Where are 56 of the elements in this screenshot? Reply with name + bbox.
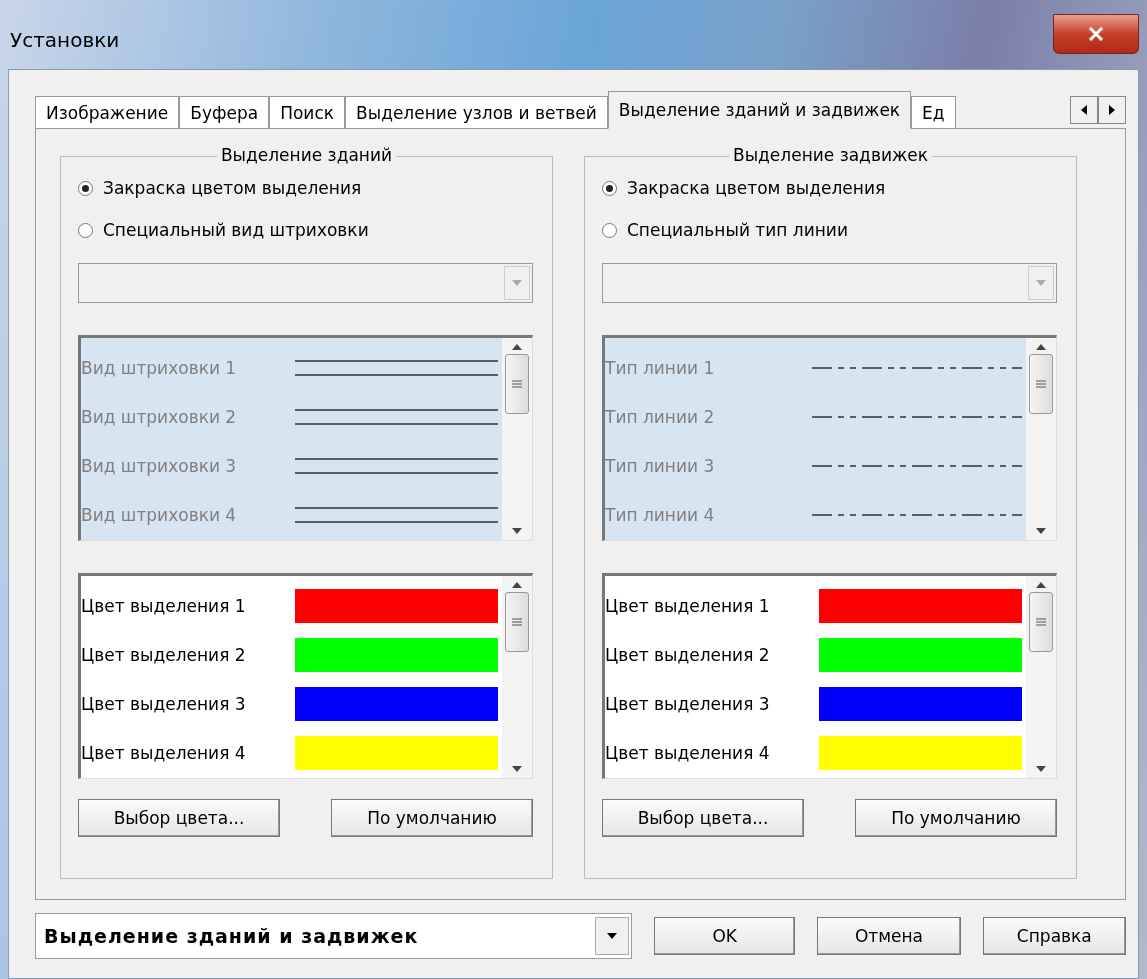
radio-option[interactable]: Закраска цветом выделения: [602, 177, 1057, 199]
tab[interactable]: Выделение узлов и ветвей: [345, 96, 608, 129]
tab[interactable]: Поиск: [269, 96, 346, 129]
list-item[interactable]: Цвет выделения 3: [81, 694, 246, 715]
close-button[interactable]: [1053, 14, 1139, 54]
list-item[interactable]: Цвет выделения 2: [605, 644, 770, 665]
list-item[interactable]: Цвет выделения 1: [81, 595, 246, 616]
up-arrow-icon: [1036, 344, 1046, 350]
page-select[interactable]: Выделение зданий и задвижек: [35, 913, 632, 959]
scrollbar[interactable]: [1026, 576, 1056, 778]
dropdown-arrow-icon: [512, 280, 522, 286]
close-icon: [1088, 27, 1104, 41]
down-arrow-icon: [1036, 766, 1046, 772]
left-arrow-icon: [1081, 105, 1087, 115]
down-arrow-icon: [1036, 528, 1046, 534]
dialog-button[interactable]: Выбор цвета...: [602, 799, 804, 837]
down-arrow-icon: [512, 766, 522, 772]
dropdown-arrow-icon: [1036, 280, 1046, 286]
dialog-button[interactable]: По умолчанию: [331, 799, 533, 837]
down-arrow-icon: [512, 528, 522, 534]
window-title: Установки: [10, 28, 120, 52]
radio-icon[interactable]: [78, 222, 93, 238]
dialog-button[interactable]: OK: [654, 917, 796, 955]
right-arrow-icon: [1109, 105, 1115, 115]
tab-scroll-left-button[interactable]: [1070, 96, 1098, 124]
group-title: Выделение задвижек: [729, 145, 932, 165]
list-item[interactable]: Цвет выделения 4: [605, 743, 770, 764]
group-title: Выделение зданий: [216, 145, 397, 165]
grip-icon: [1036, 617, 1046, 627]
tab[interactable]: Ед: [911, 96, 956, 129]
dropdown-arrow-icon: [607, 933, 617, 939]
grip-icon: [512, 379, 522, 389]
grip-icon: [512, 617, 522, 627]
grip-icon: [1036, 379, 1046, 389]
radio-option[interactable]: Закраска цветом выделения: [78, 177, 533, 199]
list-item[interactable]: Цвет выделения 2: [81, 644, 246, 665]
dialog-button[interactable]: Справка: [982, 917, 1126, 955]
up-arrow-icon: [512, 582, 522, 588]
dialog-button[interactable]: По умолчанию: [855, 799, 1057, 837]
list-item[interactable]: Цвет выделения 4: [81, 743, 246, 764]
tab[interactable]: Изображение: [35, 96, 180, 129]
list-item[interactable]: Цвет выделения 1: [605, 595, 770, 616]
dialog-button[interactable]: Отмена: [817, 917, 961, 955]
up-arrow-icon: [512, 344, 522, 350]
tab[interactable]: Буфера: [179, 96, 270, 129]
tab[interactable]: Выделение зданий и задвижек: [607, 91, 912, 129]
list-item[interactable]: Цвет выделения 3: [605, 694, 770, 715]
up-arrow-icon: [1036, 582, 1046, 588]
tab-scroll-right-button[interactable]: [1098, 96, 1126, 124]
radio-icon[interactable]: [78, 180, 93, 196]
radio-option[interactable]: Специальный вид штриховки: [78, 219, 533, 241]
radio-icon[interactable]: [602, 180, 617, 196]
scrollbar[interactable]: [502, 576, 532, 778]
radio-icon[interactable]: [602, 222, 617, 238]
radio-option[interactable]: Специальный тип линии: [602, 219, 1057, 241]
dialog-button[interactable]: Выбор цвета...: [78, 799, 280, 837]
